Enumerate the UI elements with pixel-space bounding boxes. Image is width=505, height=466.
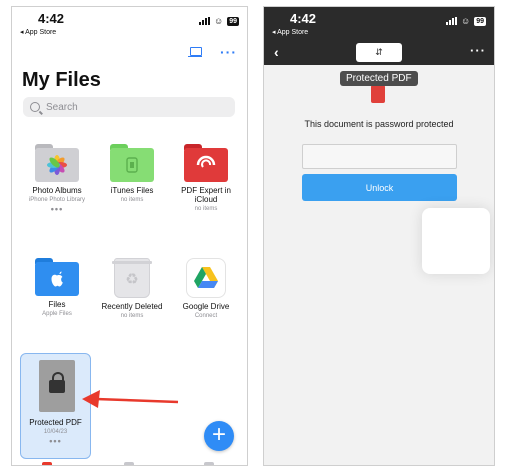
red-arrow-annotation bbox=[82, 390, 179, 408]
status-bar: 4:42 ◂ App Store ☺ 99 bbox=[12, 7, 247, 41]
back-chevron-icon[interactable]: ‹ bbox=[274, 44, 279, 60]
wifi-icon: ☺ bbox=[461, 16, 471, 26]
lock-icon bbox=[49, 372, 65, 393]
battery-icon: 99 bbox=[227, 16, 239, 26]
cellular-signal-icon bbox=[446, 17, 457, 25]
status-time: 4:42 bbox=[290, 11, 317, 26]
status-icons: ☺ 99 bbox=[199, 16, 239, 26]
back-to-app-store-link[interactable]: ◂ App Store bbox=[20, 28, 56, 36]
tab-bar bbox=[12, 462, 247, 465]
file-name: Protected PDF bbox=[29, 418, 82, 427]
location-name: PDF Expert in iCloud bbox=[181, 186, 231, 204]
search-icon bbox=[30, 102, 40, 112]
file-label: Protected PDF 10/04/23 ••• bbox=[21, 414, 90, 446]
document-title-tooltip: Protected PDF bbox=[340, 71, 418, 86]
protected-document-thumbnail bbox=[39, 360, 75, 412]
pdf-document-icon bbox=[371, 85, 385, 103]
battery-icon: 99 bbox=[474, 16, 486, 26]
location-subtitle: Connect bbox=[194, 313, 218, 319]
location-subtitle: no items bbox=[120, 313, 144, 319]
search-input[interactable] bbox=[46, 101, 226, 113]
itunes-folder-icon bbox=[110, 144, 154, 182]
chevron-up-down-icon: ⇵ bbox=[375, 47, 383, 57]
location-subtitle: Apple Files bbox=[42, 311, 72, 317]
location-subtitle: iPhone Photo Library bbox=[28, 197, 86, 203]
location-subtitle: no items bbox=[120, 197, 144, 203]
cellular-signal-icon bbox=[199, 17, 210, 25]
location-google-drive[interactable]: Google Drive Connect bbox=[169, 258, 243, 320]
add-button[interactable]: + bbox=[204, 421, 234, 451]
file-more-button[interactable]: ••• bbox=[21, 437, 90, 446]
location-itunes-files[interactable]: iTunes Files no items bbox=[95, 144, 169, 204]
file-protected-pdf[interactable]: Protected PDF 10/04/23 ••• bbox=[20, 353, 91, 459]
location-pdf-expert-icloud[interactable]: PDF Expert in iCloud no items bbox=[169, 144, 243, 213]
status-time: 4:42 bbox=[38, 11, 65, 26]
password-protected-message: This document is password protected bbox=[304, 119, 454, 129]
wifi-icon: ☺ bbox=[214, 16, 224, 26]
viewer-screen: 4:42 ◂ App Store ☺ 99 ‹ ⇵ ··· Protected … bbox=[263, 6, 495, 466]
location-more-button[interactable]: ••• bbox=[20, 205, 94, 214]
search-bar[interactable] bbox=[23, 97, 235, 117]
file-date: 10/04/23 bbox=[43, 429, 68, 435]
google-drive-icon bbox=[186, 258, 226, 298]
location-recently-deleted[interactable]: ♻ Recently Deleted no items bbox=[95, 258, 169, 320]
files-screen: 4:42 ◂ App Store ☺ 99 ··· My Files Searc… bbox=[11, 6, 248, 466]
laptop-icon[interactable] bbox=[188, 47, 202, 57]
more-options-icon[interactable]: ··· bbox=[470, 43, 486, 58]
location-subtitle: no items bbox=[194, 206, 218, 212]
pdf-expert-folder-icon bbox=[184, 144, 228, 182]
files-folder-icon bbox=[35, 258, 79, 296]
photos-folder-icon bbox=[35, 144, 79, 182]
viewer-nav-bar: ‹ ⇵ ··· bbox=[264, 41, 494, 65]
password-input[interactable] bbox=[302, 144, 457, 169]
more-options-icon[interactable]: ··· bbox=[220, 45, 237, 59]
back-to-app-store-link[interactable]: ◂ App Store bbox=[272, 28, 308, 36]
trash-icon: ♻ bbox=[112, 258, 152, 298]
location-photo-albums[interactable]: Photo Albums iPhone Photo Library ••• bbox=[20, 144, 94, 214]
location-name: Recently Deleted bbox=[101, 302, 163, 311]
location-files[interactable]: Files Apple Files bbox=[20, 258, 94, 318]
location-name: Photo Albums bbox=[32, 186, 82, 195]
assistive-touch-panel[interactable] bbox=[422, 208, 490, 274]
status-bar: 4:42 ◂ App Store ☺ 99 bbox=[264, 7, 494, 41]
location-name: iTunes Files bbox=[110, 186, 154, 195]
top-actions: ··· bbox=[188, 45, 237, 59]
document-switcher-button[interactable]: ⇵ bbox=[356, 43, 402, 62]
unlock-button[interactable]: Unlock bbox=[302, 174, 457, 201]
location-name: Google Drive bbox=[182, 302, 230, 311]
page-title: My Files bbox=[22, 69, 101, 91]
location-name: Files bbox=[48, 300, 66, 309]
status-icons: ☺ 99 bbox=[446, 16, 486, 26]
